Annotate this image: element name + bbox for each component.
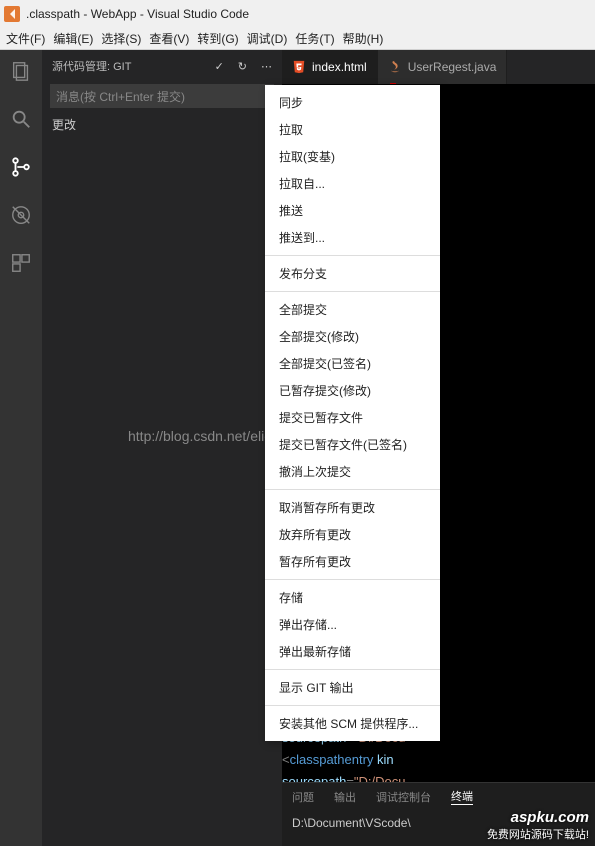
changes-section[interactable]: 更改: [42, 110, 282, 139]
panel-tab[interactable]: 终端: [451, 788, 473, 805]
editor-tab[interactable]: index.html: [282, 50, 378, 84]
context-menu-item[interactable]: 弹出存储...: [265, 611, 440, 638]
context-menu-item[interactable]: 全部提交: [265, 296, 440, 323]
menu-item[interactable]: 文件(F): [2, 30, 49, 47]
extensions-icon[interactable]: [8, 250, 34, 276]
context-menu-item[interactable]: 存储: [265, 584, 440, 611]
tab-label: UserRegest.java: [408, 60, 497, 74]
context-menu-item[interactable]: 同步: [265, 89, 440, 116]
context-menu-item[interactable]: 全部提交(已签名): [265, 350, 440, 377]
editor-tab[interactable]: UserRegest.java: [378, 50, 508, 84]
context-menu-item[interactable]: 已暂存提交(修改): [265, 377, 440, 404]
context-menu-item[interactable]: 推送: [265, 197, 440, 224]
menu-item[interactable]: 调试(D): [243, 30, 292, 47]
panel-tab[interactable]: 调试控制台: [376, 789, 431, 805]
menu-separator: [265, 291, 440, 292]
more-icon[interactable]: ⋯: [261, 60, 272, 73]
panel-tab[interactable]: 输出: [334, 789, 356, 805]
menu-separator: [265, 255, 440, 256]
activity-bar: [0, 50, 42, 846]
commit-placeholder: 消息(按 Ctrl+Enter 提交): [56, 88, 185, 105]
vscode-icon: [4, 6, 20, 22]
menu-separator: [265, 489, 440, 490]
menu-item[interactable]: 选择(S): [97, 30, 145, 47]
window-title: .classpath - WebApp - Visual Studio Code: [26, 7, 249, 21]
context-menu-item[interactable]: 显示 GIT 输出: [265, 674, 440, 701]
context-menu-item[interactable]: 全部提交(修改): [265, 323, 440, 350]
context-menu-item[interactable]: 拉取自...: [265, 170, 440, 197]
context-menu-item[interactable]: 推送到...: [265, 224, 440, 251]
context-menu-item[interactable]: 放弃所有更改: [265, 521, 440, 548]
editor-tabs: index.html UserRegest.java: [282, 50, 595, 84]
debug-icon[interactable]: [8, 202, 34, 228]
search-icon[interactable]: [8, 106, 34, 132]
code-line: sourcepath="D:/Docu: [282, 771, 595, 782]
titlebar: .classpath - WebApp - Visual Studio Code: [0, 0, 595, 28]
context-menu-item[interactable]: 暂存所有更改: [265, 548, 440, 575]
commit-message-input[interactable]: 消息(按 Ctrl+Enter 提交): [50, 84, 274, 108]
panel-tab[interactable]: 问题: [292, 789, 314, 805]
context-menu-item[interactable]: 撤消上次提交: [265, 458, 440, 485]
menu-separator: [265, 579, 440, 580]
menu-item[interactable]: 帮助(H): [339, 30, 388, 47]
menu-separator: [265, 669, 440, 670]
scm-icon[interactable]: [8, 154, 34, 180]
scm-title: 源代码管理: GIT: [52, 58, 131, 74]
context-menu-item[interactable]: 提交已暂存文件: [265, 404, 440, 431]
menubar: 文件(F)编辑(E)选择(S)查看(V)转到(G)调试(D)任务(T)帮助(H): [0, 28, 595, 50]
terminal-text: D:\Document\VScode\: [292, 816, 411, 830]
menu-item[interactable]: 查看(V): [145, 30, 193, 47]
context-menu-item[interactable]: 拉取(变基): [265, 143, 440, 170]
menu-item[interactable]: 编辑(E): [49, 30, 97, 47]
context-menu-item[interactable]: 提交已暂存文件(已签名): [265, 431, 440, 458]
context-menu-item[interactable]: 安装其他 SCM 提供程序...: [265, 710, 440, 737]
context-menu-item[interactable]: 弹出最新存储: [265, 638, 440, 665]
terminal[interactable]: D:\Document\VScode\: [282, 810, 595, 846]
context-menu-item[interactable]: 发布分支: [265, 260, 440, 287]
menu-item[interactable]: 任务(T): [291, 30, 338, 47]
context-menu-item[interactable]: 取消暂存所有更改: [265, 494, 440, 521]
refresh-icon[interactable]: ↻: [238, 60, 247, 73]
scm-context-menu: 同步拉取拉取(变基)拉取自...推送推送到... 发布分支全部提交全部提交(修改)…: [265, 85, 440, 741]
tab-label: index.html: [312, 60, 367, 74]
menu-item[interactable]: 转到(G): [193, 30, 242, 47]
context-menu-item[interactable]: 拉取: [265, 116, 440, 143]
java-file-icon: [388, 60, 402, 74]
html-file-icon: [292, 60, 306, 74]
code-line: <classpathentry kin: [282, 749, 595, 771]
menu-separator: [265, 705, 440, 706]
commit-icon[interactable]: ✓: [215, 60, 224, 73]
panel-tabs: 问题 输出 调试控制台 终端: [282, 782, 595, 810]
explorer-icon[interactable]: [8, 58, 34, 84]
scm-sidebar: 源代码管理: GIT ✓ ↻ ⋯ 消息(按 Ctrl+Enter 提交) 更改: [42, 50, 282, 846]
